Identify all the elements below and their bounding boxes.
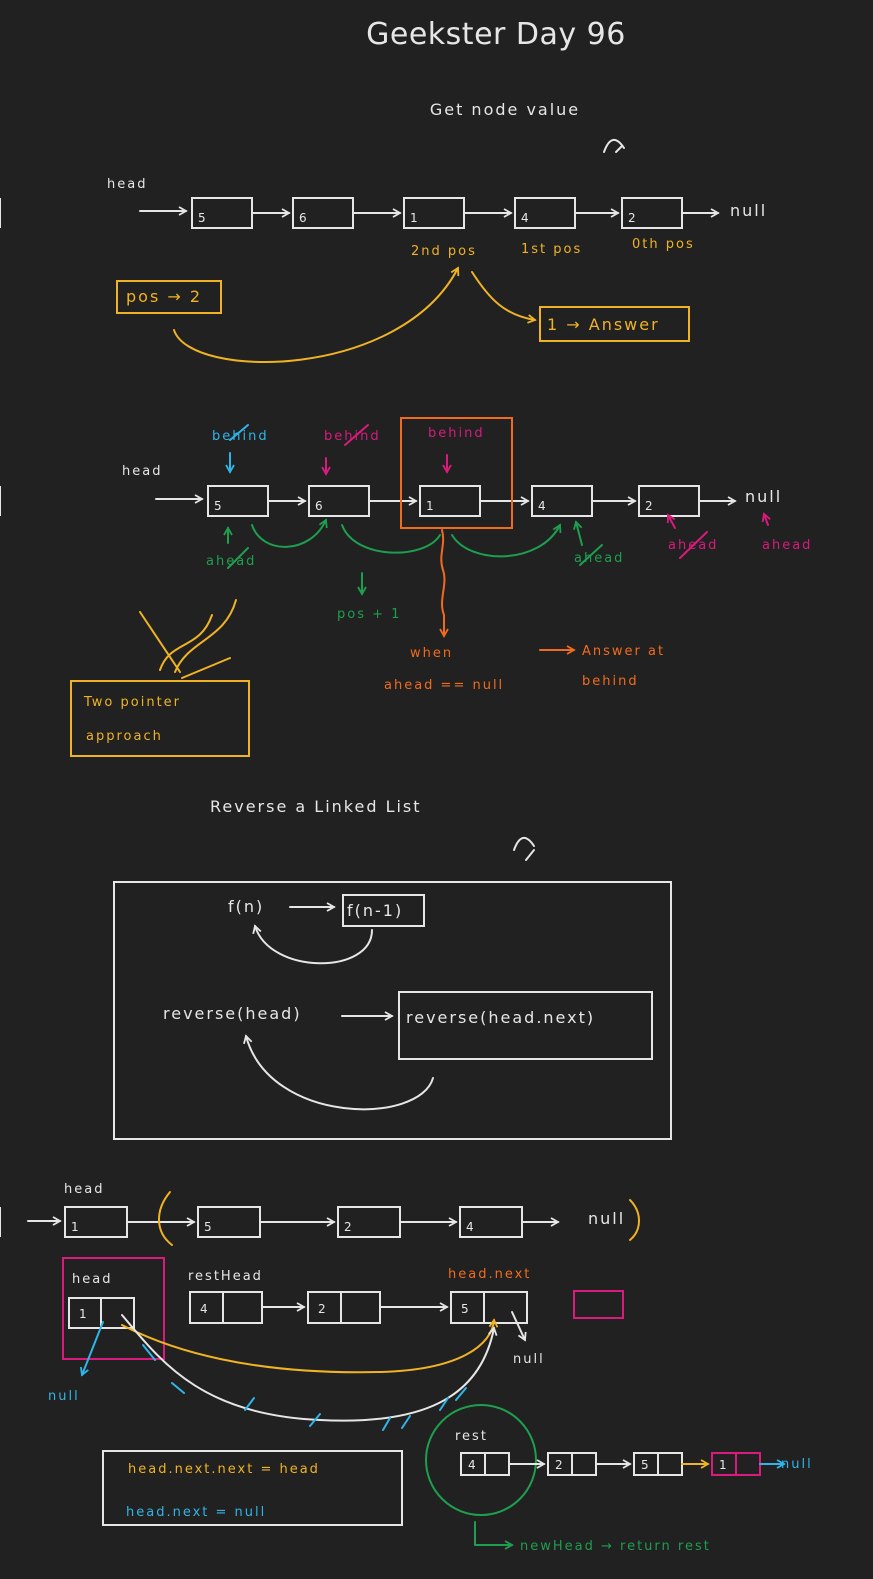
node-to-answer-arrow: [471, 271, 537, 324]
rest-node-value: 2: [318, 1302, 326, 1316]
pos-label-0th: 0th pos: [632, 237, 695, 252]
code-line-1: head.next.next = head: [128, 1462, 320, 1477]
fn-return-arrow: [252, 924, 373, 965]
pos-box-text: pos → 2: [126, 287, 202, 306]
scribble-lines: [139, 599, 237, 679]
new-head-note: newHead → return rest: [520, 1539, 711, 1554]
condition-label: ahead == null: [384, 678, 504, 693]
head-label-4: head: [64, 1182, 104, 1197]
node-value: 4: [538, 499, 546, 513]
final-null: null: [781, 1457, 813, 1472]
final-node-value: 1: [719, 1458, 727, 1472]
list-section2: 5 6 1 4 2: [0, 485, 737, 517]
ahead-move-arrow-2: [341, 524, 441, 554]
section1-heading: Get node value: [430, 100, 580, 119]
final-node-value: 2: [555, 1458, 563, 1472]
node-value: 2: [628, 211, 636, 225]
ahead-arrow-4: [761, 512, 771, 526]
two-pointer-line2: approach: [86, 729, 163, 744]
pos-to-node-arrow: [173, 266, 460, 364]
node-value: 2: [645, 499, 653, 513]
when-label: when: [410, 646, 453, 661]
blue-tick-marks: [142, 1344, 467, 1431]
pos-label-1st: 1st pos: [521, 242, 582, 257]
whiteboard-canvas: Geekster Day 96 Get node value head 5614…: [0, 17, 813, 1554]
rest-node-value: 4: [200, 1302, 208, 1316]
head-label-2: head: [122, 464, 162, 479]
caret-mark: [603, 139, 625, 153]
behind-label-2: behind: [324, 429, 381, 444]
null-label: null: [730, 201, 767, 220]
ahead-move-arrow-3: [451, 523, 562, 558]
pos-plus-label: pos + 1: [337, 607, 401, 622]
orange-link-arrow: [121, 1318, 499, 1374]
code-line-2: head.next = null: [126, 1505, 266, 1520]
ahead-label-4: ahead: [762, 538, 812, 553]
new-head-arrow: [474, 1521, 514, 1550]
node-value: 6: [315, 499, 323, 513]
when-arrow: [439, 529, 449, 638]
node-value: 2: [344, 1220, 352, 1234]
node-value: 1: [71, 1220, 79, 1234]
node-value: 1: [426, 499, 434, 513]
list-section1: 5 6 1 4 2: [0, 197, 720, 229]
final-node-value: 5: [641, 1458, 649, 1472]
reverse-next-label: reverse(head.next): [406, 1008, 595, 1027]
ahead-arrow-2: [573, 520, 583, 546]
paren-left: [158, 1191, 173, 1246]
page-title: Geekster Day 96: [366, 17, 626, 52]
node-value: 5: [198, 211, 206, 225]
answer-note-2: behind: [582, 674, 639, 689]
node-value: 5: [204, 1220, 212, 1234]
rest-list: 4 2 5: [189, 1291, 528, 1324]
final-list: 4 2 5 1: [460, 1452, 786, 1476]
answer-note: Answer at behind: [582, 644, 728, 659]
null-small: null: [513, 1352, 545, 1367]
rest-node-value: 5: [461, 1302, 469, 1316]
answer-box-text: 1 → Answer: [547, 315, 660, 334]
paren-right: [629, 1199, 640, 1241]
rest-label: rest: [455, 1429, 488, 1444]
head-label: head: [107, 177, 147, 192]
white-link-arrow: [121, 1314, 498, 1422]
head-node-value: 1: [79, 1307, 87, 1321]
null-blue: null: [48, 1389, 80, 1404]
ahead-label-1: ahead: [206, 554, 256, 569]
pos-label-2nd: 2nd pos: [411, 244, 477, 259]
head-box-label: head: [72, 1272, 112, 1287]
fn-label: f(n): [228, 897, 264, 916]
two-pointer-box: [70, 680, 250, 757]
rest-circle: [425, 1404, 537, 1516]
two-pointer-text: Two pointer approach: [83, 695, 264, 710]
null-small-arrow: [511, 1311, 527, 1342]
caret-mark-2: [513, 837, 535, 861]
reverse-head-label: reverse(head): [163, 1004, 302, 1023]
pink-empty-box: [573, 1290, 624, 1319]
list-section4: 1524: [0, 1206, 560, 1238]
final-node-value: 4: [468, 1458, 476, 1472]
rest-head-label: restHead: [188, 1269, 263, 1284]
null-blue-arrow: [79, 1321, 104, 1377]
behind-label-3: behind: [428, 426, 485, 441]
node-value: 5: [214, 499, 222, 513]
null-label-2: null: [745, 487, 782, 506]
fn-minus-label: f(n-1): [347, 901, 403, 920]
node-value: 6: [299, 211, 307, 225]
node-value: 1: [410, 211, 418, 225]
node-value: 4: [466, 1220, 474, 1234]
reverse-return-arrow: [243, 1034, 434, 1111]
node-value: 4: [521, 211, 529, 225]
section3-heading: Reverse a Linked List: [210, 797, 422, 816]
ahead-move-arrow-1: [251, 518, 328, 548]
head-next-label: head.next: [448, 1267, 531, 1282]
null-label-4: null: [588, 1209, 625, 1228]
